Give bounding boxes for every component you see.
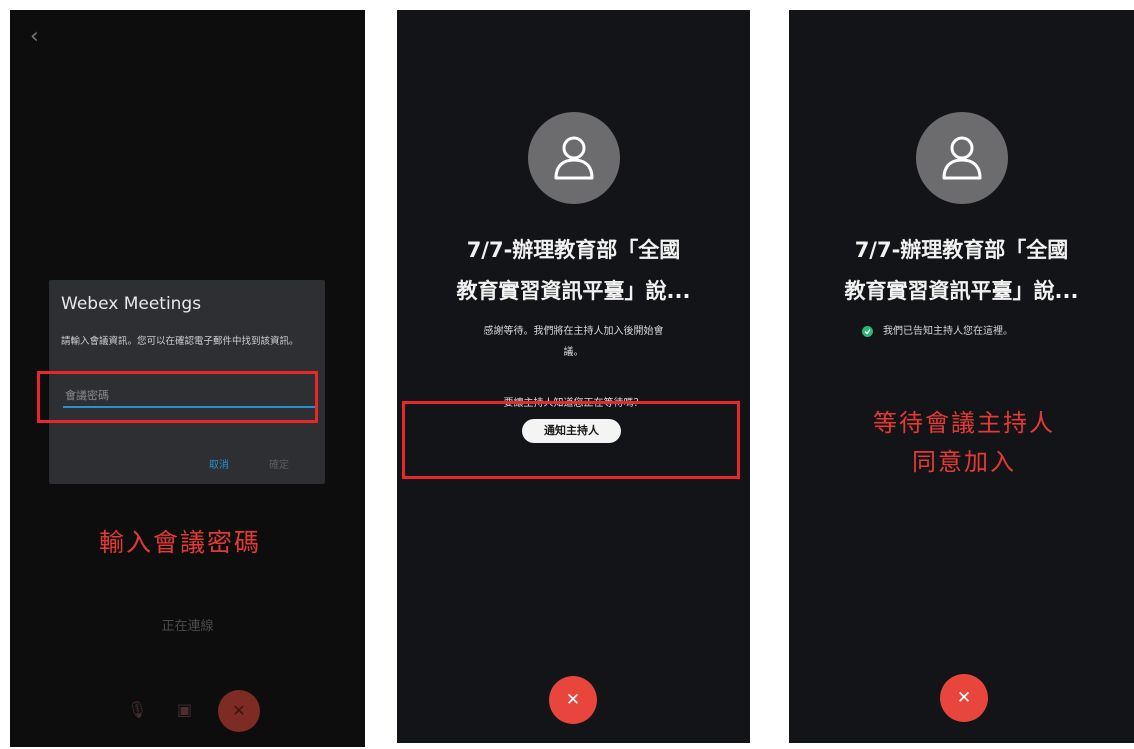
end-call-icon[interactable]: ✕ <box>218 690 260 732</box>
cancel-button[interactable]: 取消 <box>209 456 229 471</box>
dialog-message: 請輸入會議資訊。您可以在確認電子郵件中找到該資訊。 <box>61 336 299 347</box>
waiting-message-line2: 議。 <box>563 347 584 358</box>
meeting-title-line1: 7/7-辦理教育部「全國 <box>466 238 681 262</box>
screen-password: ‹ 正在連線 🎙 ▣ ✕ Webex Meetings 請輸入會議資訊。您可以在… <box>10 10 365 747</box>
end-call-icon[interactable]: ✕ <box>940 674 988 722</box>
call-controls: 🎙 ▣ ✕ <box>10 690 365 732</box>
connecting-status: 正在連線 <box>161 619 214 634</box>
mic-off-icon[interactable]: 🎙 <box>127 700 147 719</box>
user-icon <box>916 112 1008 204</box>
video-off-icon[interactable]: ▣ <box>177 700 192 719</box>
screen-host-notified: 7/7-辦理教育部「全國 教育實習資訊平臺」說... 我們已告知主持人您在這裡。… <box>789 10 1134 743</box>
chevron-left-icon[interactable]: ‹ <box>30 24 39 49</box>
dialog-title: Webex Meetings <box>61 294 202 314</box>
annotation-enter-password: 輸入會議密碼 <box>98 528 261 557</box>
password-highlight-box <box>37 371 318 423</box>
ok-button[interactable]: 確定 <box>269 456 289 471</box>
meeting-title-line2: 教育實習資訊平臺」說... <box>456 279 691 303</box>
annotation-wait-host-line1: 等待會議主持人 <box>873 409 1055 437</box>
screen-waiting: 7/7-辦理教育部「全國 教育實習資訊平臺」說... 感謝等待。我們將在主持人加… <box>397 10 750 743</box>
notify-highlight-box <box>402 401 740 479</box>
meeting-title-line1: 7/7-辦理教育部「全國 <box>854 238 1069 262</box>
meeting-title-line2: 教育實習資訊平臺」說... <box>844 279 1079 303</box>
annotation-wait-host-line2: 同意加入 <box>912 448 1016 476</box>
user-icon <box>528 112 620 204</box>
waiting-message-line1: 感謝等待。我們將在主持人加入後開始會 <box>483 326 664 337</box>
check-circle-icon <box>862 326 873 337</box>
host-notified-status: 我們已告知主持人您在這裡。 <box>883 326 1013 337</box>
end-call-icon[interactable]: ✕ <box>549 676 597 724</box>
